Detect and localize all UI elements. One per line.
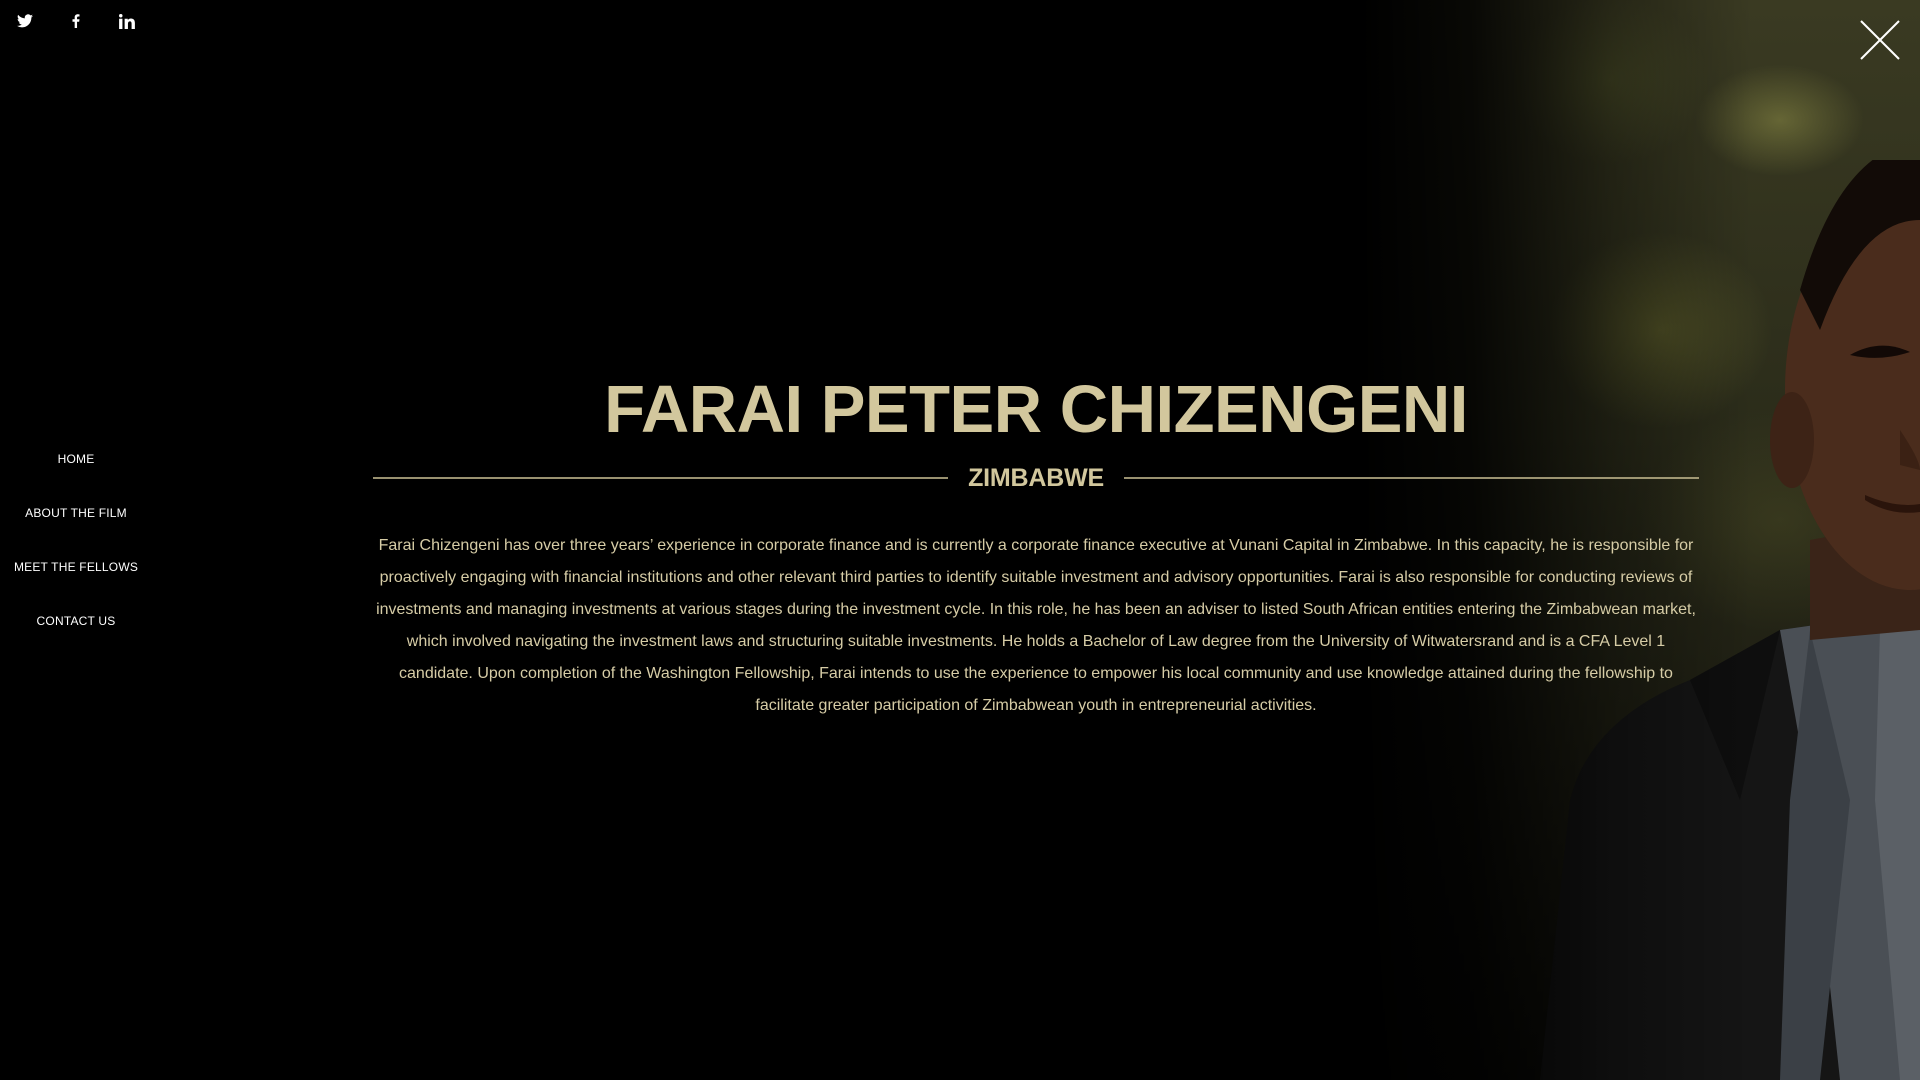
fellow-profile: FARAI PETER CHIZENGENI ZIMBABWE Farai Ch… [373, 362, 1700, 738]
fellow-bio: Farai Chizengeni has over three years’ e… [376, 537, 1696, 714]
nav-item-contact-us[interactable]: CONTACT US [37, 608, 116, 662]
nav-item-home[interactable]: HOME [58, 446, 95, 500]
social-links [14, 12, 138, 30]
main-nav: HOME ABOUT THE FILM MEET THE FELLOWS CON… [0, 446, 152, 662]
nav-item-meet-the-fellows[interactable]: MEET THE FELLOWS [14, 554, 138, 608]
close-button[interactable] [1860, 20, 1900, 60]
fellow-name: FARAI PETER CHIZENGENI [604, 372, 1468, 447]
country-row: ZIMBABWE [373, 458, 1700, 498]
close-icon [1860, 20, 1900, 60]
nav-item-about-the-film[interactable]: ABOUT THE FILM [25, 500, 127, 554]
divider-right [1123, 477, 1700, 479]
facebook-icon[interactable] [65, 12, 87, 30]
fellow-country: ZIMBABWE [968, 463, 1104, 492]
linkedin-icon[interactable] [116, 12, 138, 30]
fellow-profile-page: HOME ABOUT THE FILM MEET THE FELLOWS CON… [0, 0, 1920, 1080]
divider-left [373, 477, 949, 479]
twitter-icon[interactable] [14, 12, 36, 30]
